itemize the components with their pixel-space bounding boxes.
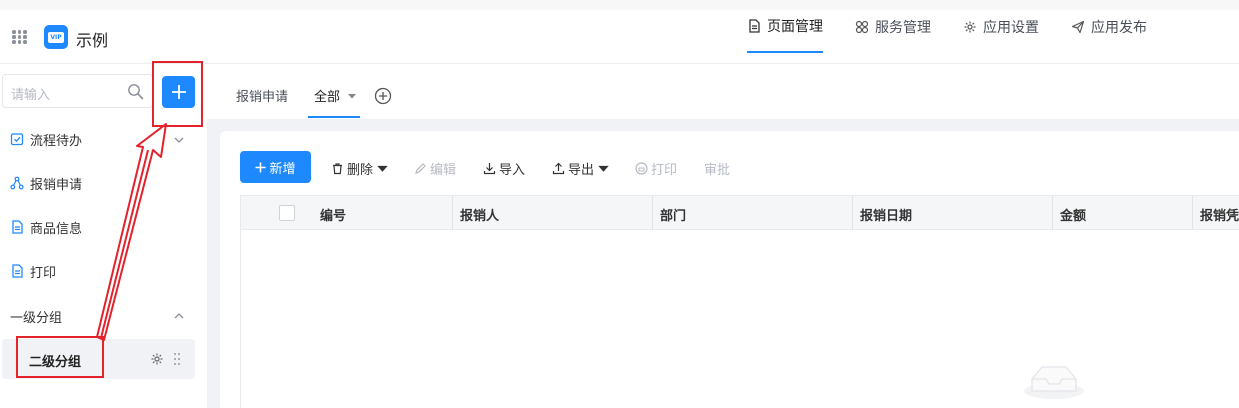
print-button[interactable]: 打印 <box>635 159 677 178</box>
services-icon <box>855 20 869 33</box>
search-input[interactable]: 请输入 <box>2 74 153 108</box>
empty-inbox-icon <box>1024 366 1084 399</box>
column-header-department[interactable]: 部门 <box>660 205 686 224</box>
new-button[interactable]: 新增 <box>240 151 311 183</box>
chevron-up-icon[interactable] <box>173 310 185 322</box>
caret-down-icon <box>377 165 388 172</box>
table-body <box>240 230 1239 408</box>
approve-button[interactable]: 审批 <box>704 159 730 178</box>
document-icon <box>12 220 23 234</box>
gear-icon[interactable] <box>150 352 164 366</box>
nav-service-management[interactable]: 服务管理 <box>855 0 931 53</box>
import-button[interactable]: 导入 <box>483 159 525 178</box>
trash-icon <box>333 163 342 175</box>
sidebar-item-product-info[interactable]: 商品信息 <box>10 216 82 238</box>
import-icon <box>483 163 496 175</box>
select-all-checkbox[interactable] <box>279 205 295 221</box>
app-title: 示例 <box>76 31 109 50</box>
search-placeholder: 请输入 <box>11 88 51 103</box>
highlight-box-add-button <box>152 61 203 127</box>
highlight-box-sub-group <box>16 336 104 378</box>
tab-expense-request[interactable]: 报销申请 <box>236 86 288 105</box>
column-header-claimant[interactable]: 报销人 <box>460 205 499 224</box>
app-grid-icon[interactable] <box>12 30 27 44</box>
printer-icon <box>635 162 648 175</box>
add-circle-icon[interactable] <box>374 87 392 105</box>
export-button[interactable]: 导出 <box>552 159 610 178</box>
send-icon <box>1071 20 1085 33</box>
pencil-icon <box>415 163 426 174</box>
main-panel: 新增 删除 编辑 导入 导出 打印 审批 编号 报销人 部门 报销日期 金额 报… <box>220 131 1239 408</box>
column-header-amount[interactable]: 金额 <box>1060 205 1086 224</box>
caret-down-icon <box>598 165 609 172</box>
sidebar-item-print[interactable]: 打印 <box>10 260 56 282</box>
sidebar-item-pending-flow[interactable]: 流程待办 <box>10 128 82 150</box>
search-icon[interactable] <box>127 83 144 100</box>
column-header-date[interactable]: 报销日期 <box>860 205 912 224</box>
nav-app-publish[interactable]: 应用发布 <box>1071 0 1147 53</box>
nav-app-settings[interactable]: 应用设置 <box>963 0 1039 53</box>
app-logo: VIP <box>44 25 68 49</box>
sidebar: 请输入 流程待办 报销申请 商品信息 打印 一级分组 二级分组 <box>0 61 207 408</box>
gear-icon <box>964 21 976 32</box>
flow-icon <box>10 176 24 190</box>
plus-icon <box>255 162 266 172</box>
group-label-level-1[interactable]: 一级分组 <box>10 307 62 326</box>
table-header: 编号 报销人 部门 报销日期 金额 报销凭 <box>240 195 1239 230</box>
drag-handle-icon[interactable] <box>173 352 181 366</box>
nav-page-management[interactable]: 页面管理 <box>747 0 823 53</box>
export-icon <box>552 162 565 175</box>
page-icon <box>749 18 760 33</box>
caret-down-icon <box>348 94 357 99</box>
delete-button[interactable]: 删除 <box>331 159 389 178</box>
edit-button[interactable]: 编辑 <box>414 159 456 178</box>
sidebar-item-expense-request[interactable]: 报销申请 <box>10 172 82 194</box>
chevron-down-icon[interactable] <box>173 134 185 146</box>
document-icon <box>12 264 23 278</box>
checklist-icon <box>10 133 24 146</box>
tab-bar: 报销申请 全部 <box>207 64 1239 119</box>
column-header-number[interactable]: 编号 <box>320 205 346 224</box>
active-tab-indicator <box>308 116 360 118</box>
top-bar: VIP 示例 页面管理 服务管理 应用设置 应用发布 <box>0 0 1239 64</box>
column-header-voucher[interactable]: 报销凭 <box>1200 205 1239 224</box>
tab-all[interactable]: 全部 <box>314 86 357 105</box>
